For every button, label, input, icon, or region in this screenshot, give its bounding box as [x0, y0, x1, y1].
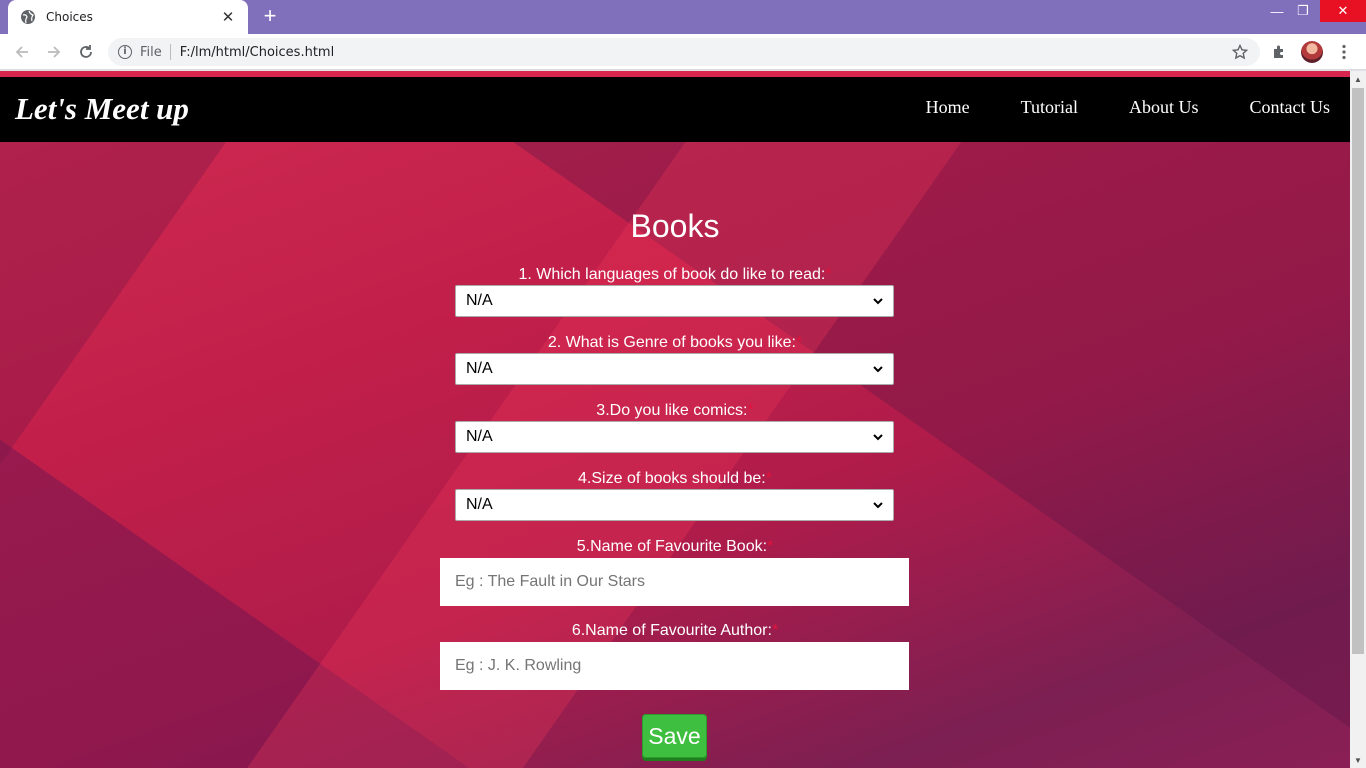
new-tab-button[interactable]: + — [258, 5, 282, 29]
back-icon[interactable] — [12, 42, 32, 62]
tab-title: Choices — [46, 10, 93, 24]
bookmark-star-icon[interactable] — [1231, 43, 1249, 64]
url-scheme: File — [140, 44, 162, 60]
site-header: Let's Meet up Home Tutorial About Us Con… — [0, 77, 1350, 142]
scroll-up-arrow-icon[interactable]: ▲ — [1350, 71, 1366, 87]
book-size-select[interactable]: N/A — [455, 489, 894, 521]
required-mark: * — [795, 334, 803, 351]
required-mark: * — [765, 470, 772, 487]
menu-kebab-icon[interactable] — [1334, 42, 1354, 62]
question-label-1: 1. Which languages of book do like to re… — [518, 266, 832, 283]
site-nav: Home Tutorial About Us Contact Us — [926, 97, 1330, 118]
url-separator — [169, 44, 171, 60]
extensions-icon[interactable] — [1269, 42, 1289, 62]
required-mark: * — [767, 538, 774, 555]
address-bar[interactable]: i File F:/lm/html/Choices.html — [108, 38, 1260, 66]
question-label-3: 3.Do you like comics:* — [596, 402, 754, 419]
question-label-2: 2. What is Genre of books you like:* — [547, 334, 803, 351]
tab-strip: Choices ✕ + — ❐ ✕ — [0, 0, 1366, 34]
browser-tab[interactable]: Choices ✕ — [8, 0, 248, 34]
close-window-button[interactable]: ✕ — [1320, 0, 1366, 22]
question-label-6: 6.Name of Favourite Author:* — [571, 622, 779, 639]
page-scrollbar[interactable]: ▲ ▼ — [1350, 71, 1366, 768]
nav-tutorial[interactable]: Tutorial — [1021, 97, 1078, 118]
profile-avatar[interactable] — [1301, 41, 1323, 63]
nav-contact-us[interactable]: Contact Us — [1250, 97, 1331, 118]
scroll-thumb[interactable] — [1352, 88, 1364, 654]
scroll-down-arrow-icon[interactable]: ▼ — [1350, 752, 1366, 768]
tab-close-icon[interactable]: ✕ — [220, 8, 236, 26]
chevron-down-icon — [873, 366, 883, 373]
required-mark: * — [825, 266, 832, 283]
required-mark: * — [747, 402, 754, 419]
required-mark: * — [771, 622, 779, 639]
page-viewport: Let's Meet up Home Tutorial About Us Con… — [0, 71, 1350, 768]
chevron-down-icon — [873, 434, 883, 441]
save-button[interactable]: Save — [642, 714, 707, 758]
language-select[interactable]: N/A — [455, 285, 894, 317]
nav-about-us[interactable]: About Us — [1129, 97, 1199, 118]
reload-icon[interactable] — [76, 42, 96, 62]
form-title: Books — [630, 208, 720, 244]
favourite-author-input[interactable]: Eg : J. K. Rowling — [440, 642, 909, 690]
nav-home[interactable]: Home — [926, 97, 970, 118]
genre-select[interactable]: N/A — [455, 353, 894, 385]
chevron-down-icon — [873, 298, 883, 305]
url-text: F:/lm/html/Choices.html — [179, 44, 335, 60]
site-logo[interactable]: Let's Meet up — [15, 91, 189, 127]
question-label-4: 4.Size of books should be:* — [578, 470, 772, 487]
browser-toolbar: i File F:/lm/html/Choices.html — [0, 34, 1366, 70]
comics-select[interactable]: N/A — [455, 421, 894, 453]
forward-icon[interactable] — [44, 42, 64, 62]
globe-icon — [20, 9, 36, 25]
favourite-book-input[interactable]: Eg : The Fault in Our Stars — [440, 558, 909, 606]
chevron-down-icon — [873, 502, 883, 509]
question-label-5: 5.Name of Favourite Book:* — [576, 538, 774, 555]
info-icon[interactable]: i — [118, 45, 132, 59]
